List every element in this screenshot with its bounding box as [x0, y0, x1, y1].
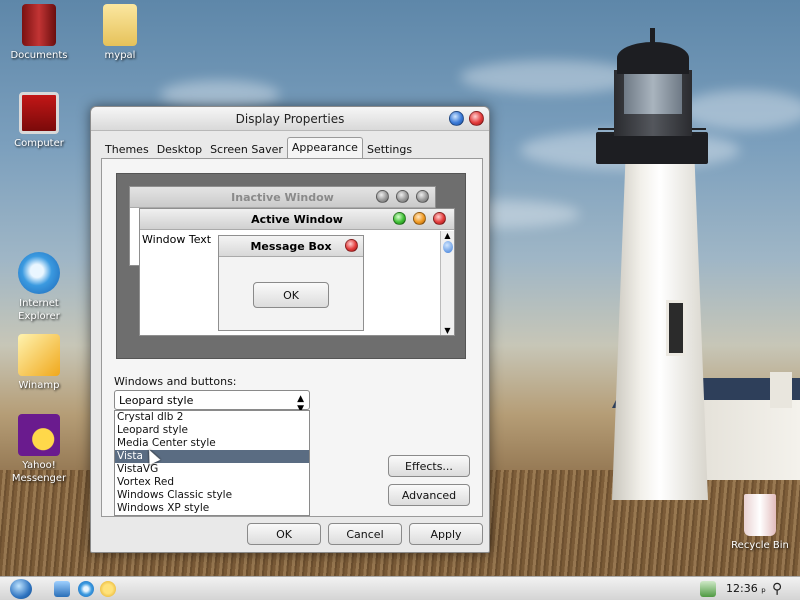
display-properties-dialog: Display Properties Themes Desktop Screen…: [90, 106, 490, 553]
preview-message-box: Message Box OK: [218, 235, 364, 331]
preview-scrollbar: ▲ ▼: [440, 231, 454, 335]
desktop-icon-internet-explorer[interactable]: Internet Explorer: [1, 252, 77, 323]
preview-active-window: Active Window Window Text ▲ ▼ Message Bo…: [139, 208, 455, 336]
taskbar: 12:36 ₚ ⚲: [0, 576, 800, 600]
preview-ok-button: OK: [253, 282, 329, 308]
windows-buttons-select[interactable]: Leopard style ▲ ▼: [114, 390, 310, 414]
list-item[interactable]: Vortex Red: [115, 476, 309, 489]
messenger-quicklaunch-icon[interactable]: [100, 581, 116, 597]
folder-icon: [103, 4, 137, 46]
tab-settings[interactable]: Settings: [363, 139, 416, 159]
tab-strip: Themes Desktop Screen Saver Appearance S…: [101, 137, 416, 159]
close-icon[interactable]: [469, 111, 484, 126]
yahoo-messenger-icon: [18, 414, 60, 456]
appearance-panel: Inactive Window Active Window Window Tex…: [101, 158, 483, 517]
advanced-button[interactable]: Advanced: [388, 484, 470, 506]
tab-appearance[interactable]: Appearance: [286, 137, 363, 159]
search-icon[interactable]: ⚲: [772, 581, 788, 597]
list-item[interactable]: Media Center style: [115, 437, 309, 450]
internet-explorer-quicklaunch-icon[interactable]: [78, 581, 94, 597]
winamp-icon: [18, 334, 60, 376]
desktop-icon-documents[interactable]: Documents: [1, 4, 77, 62]
list-item[interactable]: Crystal dlb 2: [115, 411, 309, 424]
apply-button[interactable]: Apply: [409, 523, 483, 545]
windows-buttons-label: Windows and buttons:: [114, 375, 237, 388]
appearance-preview: Inactive Window Active Window Window Tex…: [116, 173, 466, 359]
documents-icon: [22, 4, 56, 46]
dialog-title: Display Properties: [235, 112, 345, 126]
desktop-icon-yahoo-messenger[interactable]: Yahoo! Messenger: [1, 414, 77, 485]
start-button[interactable]: [10, 579, 32, 599]
taskbar-clock[interactable]: 12:36 ₚ: [726, 582, 766, 595]
ok-button[interactable]: OK: [247, 523, 321, 545]
dialog-titlebar[interactable]: Display Properties: [91, 107, 489, 131]
tab-desktop[interactable]: Desktop: [153, 139, 206, 159]
show-desktop-icon[interactable]: [54, 581, 70, 597]
list-item[interactable]: Windows Classic style: [115, 489, 309, 502]
style-options-list[interactable]: Crystal dlb 2 Leopard style Media Center…: [114, 410, 310, 516]
effects-button[interactable]: Effects...: [388, 455, 470, 477]
desktop-icon-mypal[interactable]: mypal: [82, 4, 158, 62]
list-item[interactable]: Windows XP style: [115, 502, 309, 515]
recycle-bin-icon: [744, 494, 776, 536]
lighthouse-tower: [612, 160, 708, 500]
list-item[interactable]: Leopard style: [115, 424, 309, 437]
internet-explorer-icon: [18, 252, 60, 294]
tab-themes[interactable]: Themes: [101, 139, 153, 159]
tab-screen-saver[interactable]: Screen Saver: [206, 139, 287, 159]
desktop-icon-computer[interactable]: Computer: [1, 92, 77, 150]
network-tray-icon[interactable]: [700, 581, 716, 597]
list-item[interactable]: VistaVG: [115, 463, 309, 476]
desktop-icon-recycle-bin[interactable]: Recycle Bin: [722, 494, 798, 552]
cancel-button[interactable]: Cancel: [328, 523, 402, 545]
desktop-icon-winamp[interactable]: Winamp: [1, 334, 77, 392]
help-icon[interactable]: [449, 111, 464, 126]
computer-icon: [19, 92, 59, 134]
preview-window-text: Window Text: [142, 233, 212, 246]
